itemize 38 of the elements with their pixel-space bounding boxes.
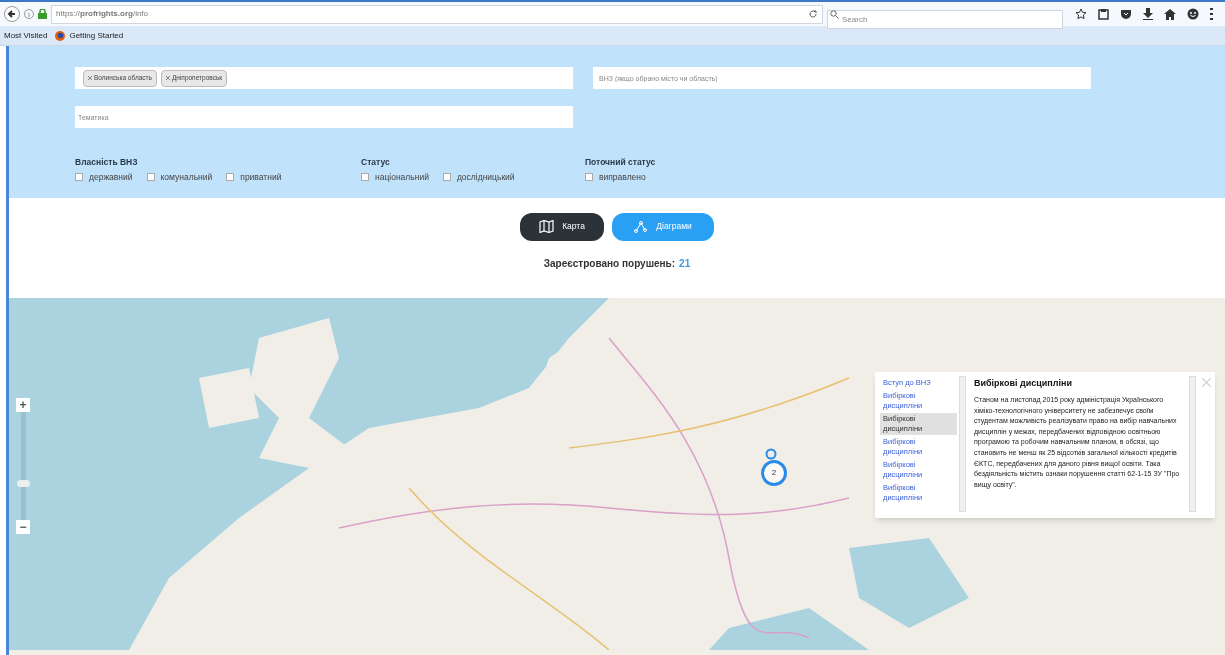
group-title: Статус — [361, 156, 391, 169]
download-icon[interactable] — [1143, 8, 1153, 20]
violations-label: Зареєстровано порушень: — [543, 256, 676, 271]
filter-checkbox[interactable]: дослідницький — [442, 170, 515, 184]
clipboard-icon[interactable] — [1098, 8, 1109, 20]
reload-icon[interactable] — [808, 9, 818, 19]
marker-ring-icon — [765, 447, 777, 460]
filter-checkbox[interactable]: комунальний — [146, 170, 213, 184]
star-icon[interactable] — [1075, 8, 1087, 20]
map-icon — [539, 220, 555, 233]
violations-count: 21 — [679, 256, 691, 271]
map-button[interactable]: Карта — [520, 212, 604, 241]
home-icon[interactable] — [1164, 8, 1176, 20]
search-icon — [830, 9, 839, 19]
globe-icon — [55, 30, 66, 41]
search-field[interactable]: Search — [827, 9, 1063, 29]
bookmark-link[interactable]: Most Visited — [4, 29, 48, 42]
filter-checkbox[interactable]: державний — [75, 170, 133, 184]
shield-icon[interactable] — [1120, 8, 1132, 20]
smiley-icon[interactable] — [1187, 8, 1199, 20]
filter-checkbox[interactable]: приватний — [226, 170, 282, 184]
bookmark-link[interactable]: Getting Started — [55, 29, 124, 42]
url-text: https://profrights.org/info — [55, 8, 150, 20]
zoom-slider-thumb[interactable] — [16, 479, 30, 487]
menu-icon[interactable] — [1210, 8, 1213, 20]
scrollbar[interactable] — [959, 375, 966, 512]
address-bar[interactable]: https://profrights.org/info — [51, 4, 823, 24]
popup-title: Вибіркові дисципліни — [974, 376, 1073, 390]
lock-icon — [38, 9, 47, 19]
remove-icon[interactable] — [165, 76, 170, 80]
back-icon[interactable] — [4, 6, 20, 22]
remove-icon[interactable] — [88, 76, 92, 80]
filter-checkbox[interactable]: національний — [361, 170, 429, 184]
scrollbar[interactable] — [1189, 375, 1196, 512]
nodes-icon — [634, 220, 649, 233]
group-title: Власність ВНЗ — [75, 156, 139, 169]
group-title: Поточний статус — [585, 156, 657, 169]
filter-checkbox[interactable]: виправлено — [585, 170, 646, 184]
